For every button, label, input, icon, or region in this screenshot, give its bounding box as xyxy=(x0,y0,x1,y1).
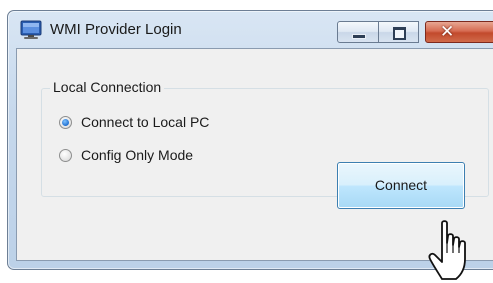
radio-config-only-mode[interactable]: Config Only Mode xyxy=(59,147,193,163)
hand-pointer-icon xyxy=(428,220,466,280)
radio-label: Config Only Mode xyxy=(81,147,194,163)
maximize-icon xyxy=(393,27,406,40)
screen: WMI Provider Login ✕ Local Connection Co… xyxy=(0,0,493,283)
client-area: Local Connection Connect to Local PC Con… xyxy=(16,48,493,261)
radio-label: Connect to Local PC xyxy=(81,114,210,130)
close-button[interactable]: ✕ xyxy=(425,21,493,43)
radio-button-selected[interactable] xyxy=(59,115,72,129)
radio-connect-local-pc[interactable]: Connect to Local PC xyxy=(59,114,209,130)
title-bar[interactable]: WMI Provider Login ✕ xyxy=(8,11,493,48)
minimize-button[interactable] xyxy=(337,21,379,43)
radio-button[interactable] xyxy=(59,148,72,162)
minimize-icon xyxy=(352,34,366,39)
computer-monitor-icon xyxy=(20,20,42,39)
connect-button[interactable]: Connect xyxy=(337,162,465,209)
wmi-login-window: WMI Provider Login ✕ Local Connection Co… xyxy=(7,10,493,270)
group-label: Local Connection xyxy=(50,79,165,95)
close-icon: ✕ xyxy=(440,22,455,41)
window-title: WMI Provider Login xyxy=(50,21,182,38)
maximize-button[interactable] xyxy=(378,21,419,43)
